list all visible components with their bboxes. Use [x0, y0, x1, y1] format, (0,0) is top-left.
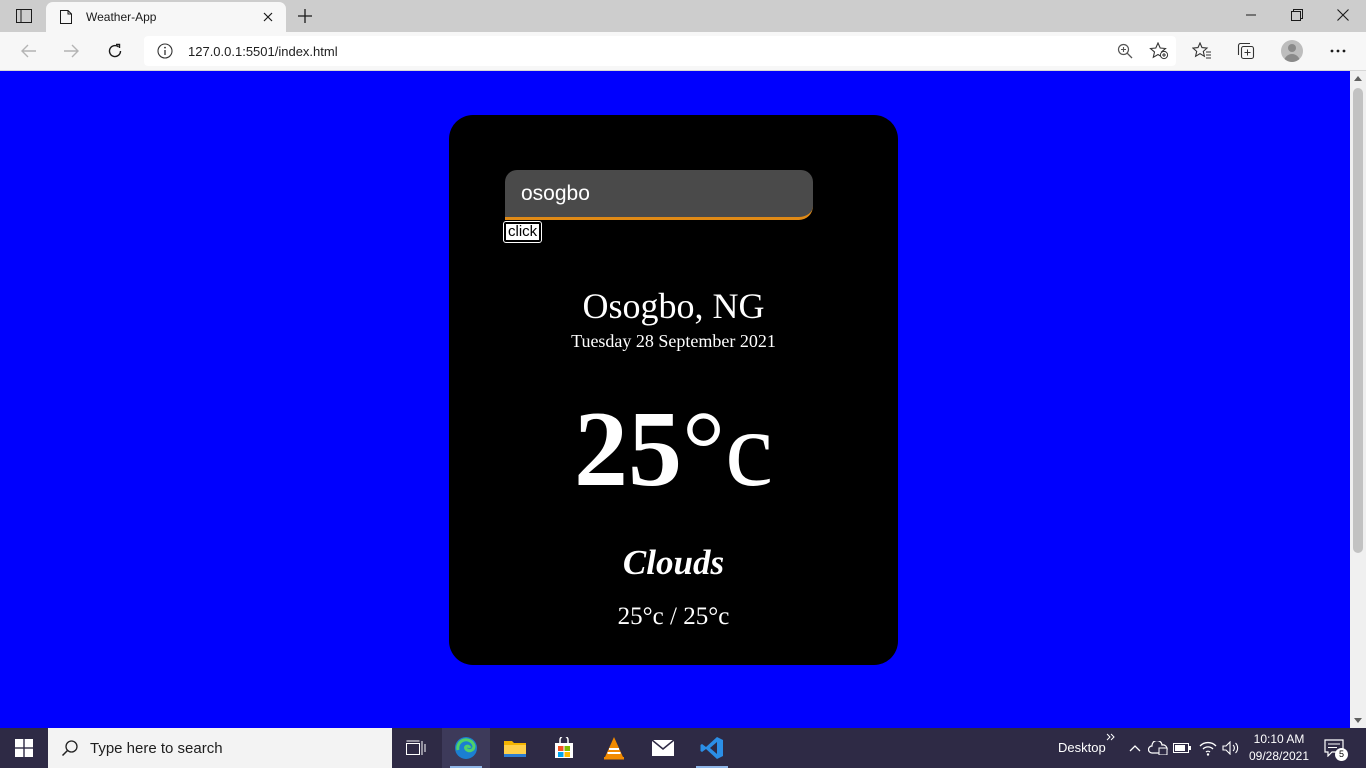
- temperature-unit: °c: [681, 390, 774, 509]
- restore-icon[interactable]: [1274, 0, 1320, 30]
- onedrive-icon[interactable]: [1147, 737, 1169, 759]
- page-scrollbar[interactable]: [1350, 71, 1366, 728]
- info-icon[interactable]: [156, 42, 174, 60]
- windows-taskbar: Type here to search Desktop 10:10 AM 09/: [0, 728, 1366, 768]
- weather-condition: Clouds: [622, 543, 725, 582]
- hi-low-temperature: 25°c / 25°c: [617, 603, 730, 630]
- scroll-down-icon[interactable]: [1354, 718, 1362, 723]
- new-tab-icon[interactable]: [292, 4, 318, 28]
- minimize-icon[interactable]: [1228, 0, 1274, 30]
- more-options-icon[interactable]: [1321, 36, 1355, 66]
- mail-icon[interactable]: [639, 728, 687, 768]
- search-button[interactable]: click: [502, 221, 543, 243]
- page-viewport: click Osogbo, NG Tuesday 28 September 20…: [0, 71, 1350, 728]
- tab-actions-icon[interactable]: [8, 4, 40, 28]
- location-name: Osogbo, NG: [582, 286, 765, 326]
- back-icon[interactable]: [14, 36, 44, 66]
- zoom-icon[interactable]: [1108, 37, 1142, 65]
- favorites-icon[interactable]: [1185, 36, 1219, 66]
- refresh-icon[interactable]: [100, 36, 130, 66]
- taskbar-clock[interactable]: 10:10 AM 09/28/2021: [1238, 731, 1320, 765]
- browser-toolbar: 127.0.0.1:5501/index.html: [0, 32, 1366, 71]
- url-text[interactable]: 127.0.0.1:5501/index.html: [188, 44, 1108, 59]
- show-hidden-icons-icon[interactable]: [1124, 737, 1146, 759]
- toolbar-chevron-icon[interactable]: [1102, 730, 1120, 744]
- desktop-toolbar-label[interactable]: Desktop: [1058, 740, 1106, 755]
- clock-date: 09/28/2021: [1248, 749, 1310, 763]
- current-date: Tuesday 28 September 2021: [571, 331, 776, 351]
- temperature-value: 25: [573, 390, 682, 509]
- temperature: 25°c: [449, 390, 898, 510]
- windows-start-icon[interactable]: [0, 728, 48, 768]
- clock-time: 10:10 AM: [1253, 732, 1305, 746]
- add-favorite-icon[interactable]: [1142, 37, 1176, 65]
- browser-tab[interactable]: Weather-App: [46, 2, 286, 32]
- city-search-input[interactable]: [505, 170, 813, 220]
- tab-title: Weather-App: [86, 10, 157, 24]
- edge-icon[interactable]: [442, 728, 490, 768]
- page-icon: [58, 9, 74, 25]
- browser-titlebar: Weather-App: [0, 0, 1366, 32]
- collections-icon[interactable]: [1229, 36, 1263, 66]
- taskbar-search[interactable]: Type here to search: [48, 728, 392, 768]
- search-icon: [60, 738, 80, 758]
- close-tab-icon[interactable]: [258, 7, 278, 27]
- weather-card: click Osogbo, NG Tuesday 28 September 20…: [449, 115, 898, 665]
- notification-count-badge: 5: [1335, 748, 1348, 761]
- scrollbar-thumb[interactable]: [1353, 88, 1363, 553]
- store-icon[interactable]: [540, 728, 588, 768]
- file-explorer-icon[interactable]: [491, 728, 539, 768]
- vlc-icon[interactable]: [590, 728, 638, 768]
- vscode-icon[interactable]: [688, 728, 736, 768]
- close-window-icon[interactable]: [1320, 0, 1366, 30]
- profile-icon[interactable]: [1275, 36, 1309, 66]
- wifi-icon[interactable]: [1197, 737, 1219, 759]
- battery-icon[interactable]: [1171, 737, 1193, 759]
- avatar: [1281, 40, 1303, 62]
- address-bar[interactable]: 127.0.0.1:5501/index.html: [144, 36, 1176, 66]
- task-view-icon[interactable]: [392, 728, 440, 768]
- scroll-up-icon[interactable]: [1354, 76, 1362, 81]
- forward-icon[interactable]: [56, 36, 86, 66]
- search-placeholder: Type here to search: [90, 739, 223, 757]
